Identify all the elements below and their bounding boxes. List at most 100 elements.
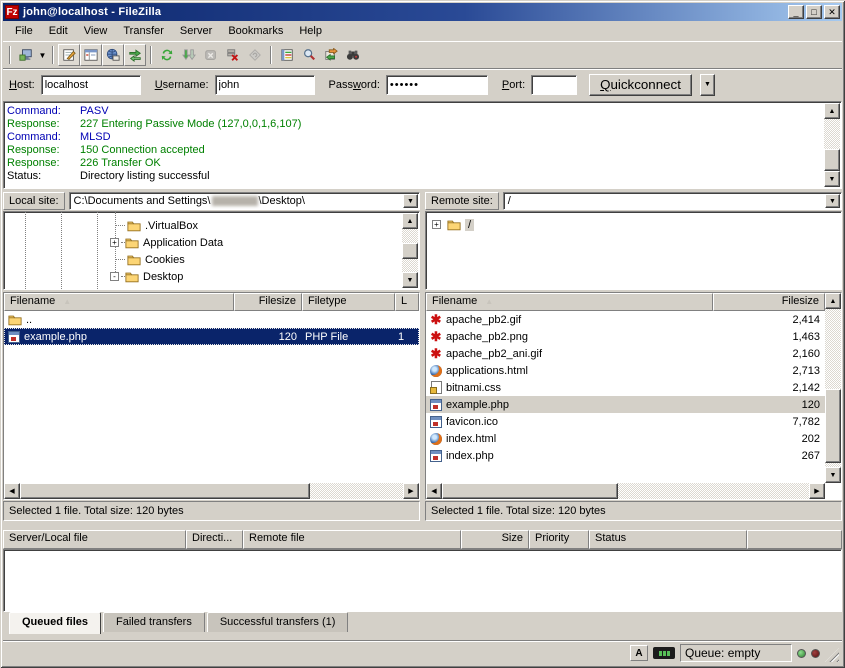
reconnect-button[interactable] xyxy=(244,44,266,66)
scroll-left-button[interactable]: ◀ xyxy=(4,483,20,499)
collapse-icon[interactable]: - xyxy=(110,272,119,281)
minimize-button[interactable]: _ xyxy=(788,5,804,19)
remote-path-combobox[interactable]: / ▼ xyxy=(503,192,842,210)
scroll-down-button[interactable]: ▼ xyxy=(824,171,840,187)
column-header-status[interactable]: Status xyxy=(589,530,747,549)
file-row[interactable]: index.html202 xyxy=(426,430,825,447)
combobox-dropdown-icon[interactable]: ▼ xyxy=(403,194,418,208)
menu-help[interactable]: Help xyxy=(291,23,330,39)
scroll-thumb[interactable] xyxy=(824,149,840,171)
column-header-filesize[interactable]: Filesize xyxy=(713,293,825,311)
quickconnect-dropdown[interactable]: ▼ xyxy=(700,74,715,96)
toggle-remote-tree-button[interactable] xyxy=(102,44,124,66)
scroll-thumb[interactable] xyxy=(402,243,418,259)
tree-item-virtualbox[interactable]: .VirtualBox xyxy=(126,217,198,234)
refresh-button[interactable] xyxy=(156,44,178,66)
tab-queued-files[interactable]: Queued files xyxy=(9,612,101,634)
scroll-up-button[interactable]: ▲ xyxy=(825,293,841,309)
scroll-right-button[interactable]: ▶ xyxy=(403,483,419,499)
file-search-button[interactable] xyxy=(298,44,320,66)
scroll-up-button[interactable]: ▲ xyxy=(824,103,840,119)
scroll-down-button[interactable]: ▼ xyxy=(825,467,841,483)
remote-vertical-scrollbar[interactable]: ▲ ▼ xyxy=(825,293,841,483)
file-row[interactable]: ✱apache_pb2_ani.gif2,160 xyxy=(426,345,825,362)
menu-file[interactable]: File xyxy=(7,23,41,39)
column-header-priority[interactable]: Priority xyxy=(529,530,589,549)
resize-grip[interactable] xyxy=(825,648,839,662)
remote-horizontal-scrollbar[interactable]: ◀ ▶ xyxy=(426,483,825,499)
scroll-thumb[interactable] xyxy=(442,483,618,499)
column-header-server-local-file[interactable]: Server/Local file xyxy=(3,530,186,549)
column-header-filesize[interactable]: Filesize xyxy=(234,293,302,311)
host-input[interactable] xyxy=(41,75,141,95)
disconnect-button[interactable] xyxy=(222,44,244,66)
scroll-thumb[interactable] xyxy=(825,389,841,463)
close-button[interactable]: ✕ xyxy=(824,5,840,19)
file-row[interactable]: favicon.ico7,782 xyxy=(426,413,825,430)
cancel-operation-button[interactable] xyxy=(200,44,222,66)
username-input[interactable] xyxy=(215,75,315,95)
menu-bookmarks[interactable]: Bookmarks xyxy=(220,23,291,39)
file-row[interactable]: index.php267 xyxy=(426,447,825,464)
toggle-message-log-button[interactable] xyxy=(58,44,80,66)
column-header-size[interactable]: Size xyxy=(461,530,529,549)
quickconnect-button[interactable]: Quickconnect xyxy=(589,74,692,96)
maximize-button[interactable]: □ xyxy=(806,5,822,19)
file-row[interactable]: bitnami.css2,142 xyxy=(426,379,825,396)
combobox-dropdown-icon[interactable]: ▼ xyxy=(825,194,840,208)
toggle-transfer-queue-button[interactable] xyxy=(124,44,146,66)
synchronized-browsing-button[interactable] xyxy=(320,44,342,66)
column-header-last-modified[interactable]: L xyxy=(395,293,419,311)
column-header-direction[interactable]: Directi... xyxy=(186,530,243,549)
local-directory-tree[interactable]: .VirtualBox + Application Data Cookies -… xyxy=(3,211,420,290)
expand-icon[interactable]: + xyxy=(432,220,441,229)
scroll-left-button[interactable]: ◀ xyxy=(426,483,442,499)
scroll-right-button[interactable]: ▶ xyxy=(809,483,825,499)
tree-item-desktop[interactable]: - Desktop xyxy=(110,268,183,285)
password-label: Password: xyxy=(329,79,380,91)
remote-directory-tree[interactable]: + / xyxy=(425,211,842,290)
file-row-selected[interactable]: example.php120 xyxy=(426,396,825,413)
local-horizontal-scrollbar[interactable]: ◀ ▶ xyxy=(4,483,419,499)
password-input[interactable] xyxy=(386,75,488,95)
local-tree-scrollbar[interactable]: ▲ ▼ xyxy=(402,213,418,288)
expand-icon[interactable]: + xyxy=(110,238,119,247)
process-queue-button[interactable] xyxy=(178,44,200,66)
data-type-indicator-icon[interactable]: A xyxy=(630,645,648,661)
log-line: Command:PASV xyxy=(4,105,841,118)
scroll-up-button[interactable]: ▲ xyxy=(402,213,418,229)
local-path-combobox[interactable]: C:\Documents and Settings\\Desktop\ ▼ xyxy=(69,192,420,210)
menu-view[interactable]: View xyxy=(76,23,116,39)
speed-limit-indicator-icon[interactable] xyxy=(653,647,675,659)
site-manager-button[interactable] xyxy=(15,44,37,66)
file-row[interactable]: ✱apache_pb2.gif2,414 xyxy=(426,311,825,328)
tree-item-cookies[interactable]: Cookies xyxy=(126,251,185,268)
remote-tree-pane: Remote site: / ▼ + / xyxy=(425,191,842,290)
apache-feather-icon: ✱ xyxy=(429,313,443,327)
column-header-filename[interactable]: Filename▲ xyxy=(4,293,234,311)
tab-successful-transfers[interactable]: Successful transfers (1) xyxy=(207,612,349,632)
tree-item-application-data[interactable]: + Application Data xyxy=(110,234,223,251)
menu-server[interactable]: Server xyxy=(172,23,220,39)
column-header-remote-file[interactable]: Remote file xyxy=(243,530,461,549)
tab-failed-transfers[interactable]: Failed transfers xyxy=(103,612,205,632)
port-input[interactable] xyxy=(531,75,577,95)
find-files-button[interactable] xyxy=(342,44,364,66)
parent-directory-row[interactable]: .. xyxy=(4,311,419,328)
tree-item-root[interactable]: + / xyxy=(432,216,474,233)
site-manager-dropdown[interactable]: ▼ xyxy=(37,44,48,66)
scroll-thumb[interactable] xyxy=(20,483,310,499)
menu-edit[interactable]: Edit xyxy=(41,23,76,39)
column-header-filetype[interactable]: Filetype xyxy=(302,293,395,311)
filter-button[interactable] xyxy=(276,44,298,66)
file-row[interactable]: applications.html2,713 xyxy=(426,362,825,379)
log-scrollbar[interactable]: ▲ ▼ xyxy=(824,103,840,187)
file-row[interactable]: ✱apache_pb2.png1,463 xyxy=(426,328,825,345)
column-header-filename[interactable]: Filename▲ xyxy=(426,293,713,311)
filezilla-window: Fz john@localhost - FileZilla _ □ ✕ File… xyxy=(0,0,845,668)
scroll-down-button[interactable]: ▼ xyxy=(402,272,418,288)
queue-list[interactable] xyxy=(3,549,842,612)
file-row-selected[interactable]: example.php 120 PHP File 1 xyxy=(4,328,419,345)
toggle-local-tree-button[interactable] xyxy=(80,44,102,66)
menu-transfer[interactable]: Transfer xyxy=(115,23,172,39)
